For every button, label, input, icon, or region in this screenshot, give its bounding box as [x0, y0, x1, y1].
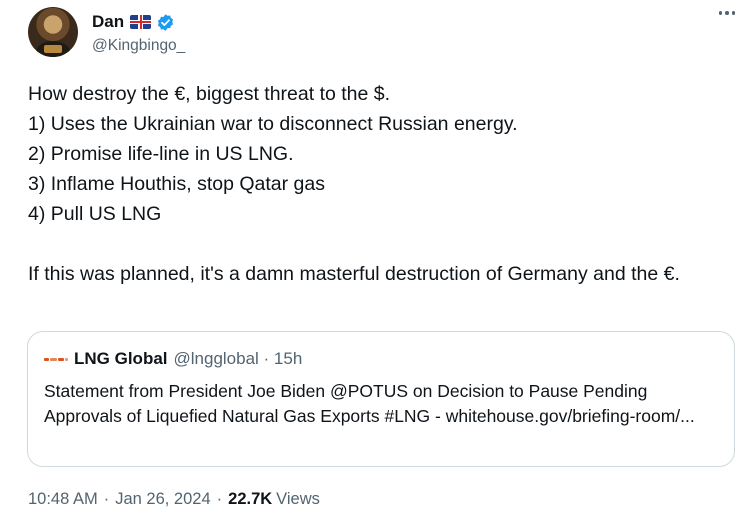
- tweet-card: Dan @Kingbingo_ How destroy the €, bigge…: [0, 0, 753, 532]
- dot: [718, 11, 722, 15]
- name-row: Dan: [92, 11, 185, 33]
- lng-global-logo-icon: [44, 354, 68, 364]
- dot: [725, 11, 729, 15]
- tweet-header: Dan @Kingbingo_: [28, 7, 185, 59]
- author-display-name[interactable]: Dan: [92, 12, 124, 32]
- uk-flag-icon: [130, 15, 152, 29]
- views-count[interactable]: 22.7K: [228, 490, 272, 509]
- dot: [731, 11, 735, 15]
- avatar-medal: [44, 45, 62, 53]
- flag-cross-vertical: [139, 15, 142, 29]
- more-options-icon[interactable]: [718, 11, 735, 15]
- meta-separator: ·: [216, 490, 223, 508]
- avatar[interactable]: [28, 7, 78, 57]
- verified-badge-icon: [158, 13, 174, 31]
- tweet-line: 3) Inflame Houthis, stop Qatar gas: [28, 173, 325, 195]
- tweet-line: 1) Uses the Ukrainian war to disconnect …: [28, 113, 518, 135]
- quoted-tweet[interactable]: LNG Global @lngglobal · 15h Statement fr…: [27, 331, 735, 467]
- quoted-author-handle-time: @lngglobal · 15h: [173, 349, 303, 368]
- tweet-meta: 10:48 AM · Jan 26, 2024 · 22.7K Views: [28, 490, 320, 509]
- author-block: Dan @Kingbingo_: [92, 11, 185, 55]
- tweet-time[interactable]: 10:48 AM: [28, 490, 98, 509]
- tweet-line: 4) Pull US LNG: [28, 203, 162, 225]
- views-label: Views: [276, 490, 320, 508]
- quoted-tweet-text: Statement from President Joe Biden @POTU…: [44, 381, 695, 426]
- tweet-line: 2) Promise life-line in US LNG.: [28, 143, 294, 165]
- tweet-date[interactable]: Jan 26, 2024: [115, 490, 210, 509]
- tweet-conclusion: If this was planned, it's a damn masterf…: [28, 263, 680, 285]
- meta-separator: ·: [103, 490, 110, 508]
- author-handle[interactable]: @Kingbingo_: [92, 37, 185, 55]
- quoted-author-name: LNG Global: [74, 349, 168, 368]
- tweet-line: How destroy the €, biggest threat to the…: [28, 83, 391, 105]
- tweet-text: How destroy the €, biggest threat to the…: [28, 79, 728, 289]
- quoted-tweet-header: LNG Global @lngglobal · 15h: [44, 348, 302, 370]
